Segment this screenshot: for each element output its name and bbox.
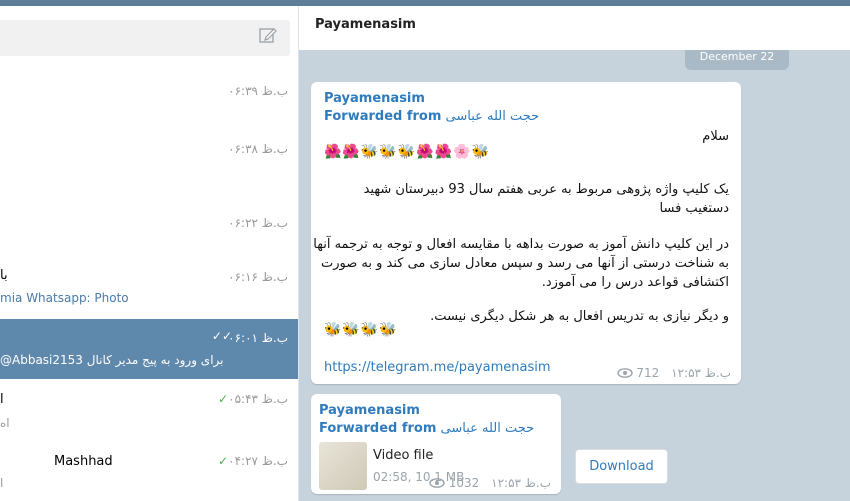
message-time: ب.ظ ۱۲:۵۳ <box>491 476 551 490</box>
chat-list-item[interactable]: با ب.ظ ۰۶:۱۶ mia Whatsapp: Photo <box>0 258 298 318</box>
message-text: دستغیب فسا <box>659 201 729 216</box>
message-bubble: Payamenasim Forwarded from حجت الله عباس… <box>311 394 561 494</box>
forwarded-label: Forwarded from <box>324 109 442 124</box>
chat-time: ب.ظ ۰۶:۳۹ <box>228 84 288 98</box>
chat-title: Mashhad <box>54 454 113 469</box>
date-label: December 22 <box>699 50 775 63</box>
message-text: در این کلیپ دانش آموز به صورت بداهه با م… <box>313 237 729 252</box>
search-input[interactable] <box>0 20 290 56</box>
chat-list-item[interactable]: Mashhad ✓ ب.ظ ۰۴:۲۷ ا <box>0 450 298 501</box>
view-count: 1032 <box>448 476 480 490</box>
eye-icon <box>429 478 445 488</box>
chat-list-item[interactable]: ب.ظ ۰۶:۳۹ <box>0 72 298 132</box>
forwarded-label: Forwarded from <box>319 421 437 436</box>
compose-icon[interactable] <box>259 26 277 44</box>
message-text: یک کلیپ واژه پژوهی مربوط به عربی هفتم سا… <box>363 182 729 197</box>
forwarded-from[interactable]: Forwarded from حجت الله عباسی <box>324 109 539 124</box>
chat-list-item[interactable]: ا ✓ ب.ظ ۰۵:۴۳ اه <box>0 384 298 444</box>
chat-time: ب.ظ ۰۴:۲۷ <box>228 454 288 468</box>
video-thumbnail[interactable] <box>319 442 367 490</box>
chat-preview: @Abbasi2153 برای ورود به پیج مدیر کانال <box>0 353 224 367</box>
chat-list-item[interactable]: ب.ظ ۰۶:۳۸ <box>0 130 298 190</box>
chat-header: Payamenasim <box>299 6 850 50</box>
eye-icon <box>616 368 633 378</box>
chat-preview: mia Whatsapp: Photo <box>0 291 129 305</box>
chat-time: ب.ظ ۰۶:۳۸ <box>228 142 288 156</box>
chat-title: ا <box>0 392 4 407</box>
chat-preview: اه <box>0 416 10 430</box>
chat-list-item[interactable]: ب.ظ ۰۶:۲۲ <box>0 204 298 264</box>
chat-title[interactable]: Payamenasim <box>315 17 416 32</box>
chat-list-item-active[interactable]: ✓✓ ب.ظ ۰۶:۰۱ @Abbasi2153 برای ورود به پی… <box>0 319 298 379</box>
chat-preview: ا <box>0 476 4 490</box>
chat-time: ب.ظ ۰۶:۰۱ <box>228 331 288 345</box>
message-meta: 712 ب.ظ ۱۲:۵۳ <box>616 366 731 380</box>
view-count: 712 <box>636 366 660 380</box>
chat-time: ب.ظ ۰۵:۴۳ <box>228 392 288 406</box>
download-button[interactable]: Download <box>575 449 668 484</box>
message-text: سلام <box>702 129 729 144</box>
message-bubble: Payamenasim Forwarded from حجت الله عباس… <box>311 82 741 384</box>
message-sender[interactable]: Payamenasim <box>319 403 420 418</box>
chat-time: ب.ظ ۰۶:۲۲ <box>228 216 288 230</box>
check-icon: ✓ <box>217 454 228 468</box>
date-pill: December 22 <box>685 50 789 70</box>
forwarded-name: حجت الله عباسی <box>440 421 535 436</box>
message-text: به شناخت درستی از آنها می رسد و سپس معاد… <box>320 256 729 271</box>
forwarded-name: حجت الله عباسی <box>445 109 540 124</box>
message-meta: 1032 ب.ظ ۱۲:۵۳ <box>429 476 551 490</box>
message-link[interactable]: https://telegram.me/payamenasim <box>324 360 551 375</box>
chat-title: با <box>0 268 8 283</box>
message-text: و دیگر نیازی به تدریس افعال به هر شکل دی… <box>430 309 729 324</box>
chat-list-panel: ب.ظ ۰۶:۳۹ ب.ظ ۰۶:۳۸ ب.ظ ۰۶:۲۲ با ب.ظ ۰۶:… <box>0 6 298 501</box>
emoji-line: 🌺🌺🐝🐝🐝🌺🌺🌸🐝 <box>324 144 490 160</box>
emoji-line: 🐝🐝🐝🐝 <box>324 322 398 338</box>
chat-time: ب.ظ ۰۶:۱۶ <box>228 270 288 284</box>
panel-divider <box>298 6 299 501</box>
forwarded-from[interactable]: Forwarded from حجت الله عباسی <box>319 421 534 436</box>
message-sender[interactable]: Payamenasim <box>324 91 425 106</box>
check-icon: ✓ <box>217 392 228 406</box>
message-text: اکتشافی قواعد درس را می آموزد. <box>541 275 729 290</box>
file-title: Video file <box>373 448 434 463</box>
message-time: ب.ظ ۱۲:۵۳ <box>671 366 731 380</box>
